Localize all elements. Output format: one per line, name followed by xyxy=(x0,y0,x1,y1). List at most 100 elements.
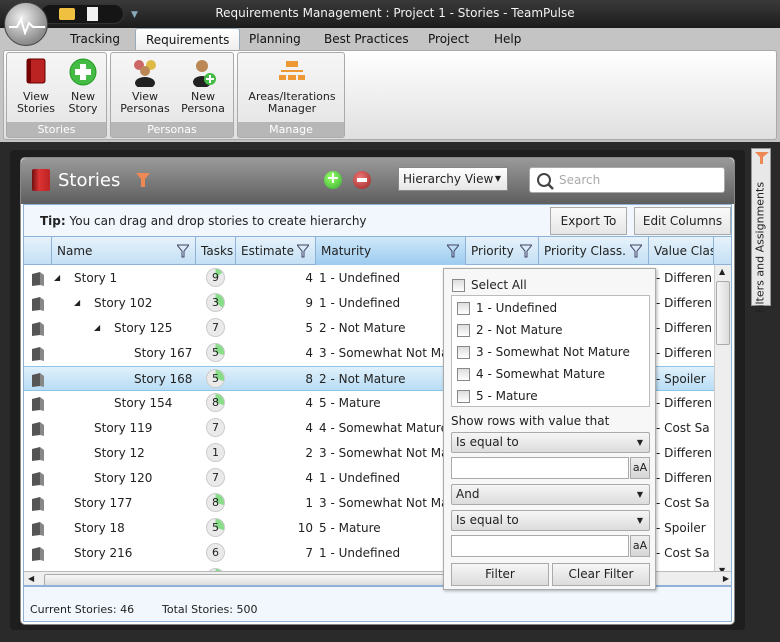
estimate-cell: 4 xyxy=(305,396,313,410)
new-persona-button[interactable]: New Persona xyxy=(175,57,231,115)
operator-select-2[interactable]: Is equal to ▼ xyxy=(451,510,650,531)
chevron-down-icon: ▼ xyxy=(494,174,501,183)
value-class-cell: - Cost Sa xyxy=(656,496,710,510)
header-tasks[interactable]: Tasks xyxy=(196,237,236,265)
operator-select-1[interactable]: Is equal to ▼ xyxy=(451,432,650,453)
logic-select[interactable]: And ▼ xyxy=(451,484,650,505)
scroll-up-icon[interactable]: ▲ xyxy=(719,267,725,276)
filter-icon[interactable] xyxy=(297,244,309,258)
story-name: Story 167 xyxy=(134,346,193,360)
select-all-checkbox[interactable]: Select All xyxy=(452,278,527,292)
ribbon-tabs: Tracking Requirements Planning Best Prac… xyxy=(0,28,780,50)
side-tab-label: Filters and Assignments xyxy=(753,181,767,314)
filter-icon[interactable] xyxy=(520,244,532,258)
story-book-icon[interactable] xyxy=(30,396,46,412)
book-icon xyxy=(21,57,51,87)
value-class-cell: - Cost Sa xyxy=(656,421,710,435)
add-green-icon xyxy=(68,57,98,87)
tab-requirements[interactable]: Requirements xyxy=(135,28,241,50)
story-book-icon[interactable] xyxy=(30,521,46,537)
remove-story-icon[interactable] xyxy=(353,171,371,189)
view-personas-button[interactable]: View Personas xyxy=(117,57,173,115)
scrollbar-thumb[interactable] xyxy=(716,281,730,345)
search-icon xyxy=(537,173,554,190)
story-book-icon[interactable] xyxy=(30,271,46,287)
filter-icon[interactable] xyxy=(447,244,459,258)
filters-assignments-tab[interactable]: Filters and Assignments xyxy=(751,148,771,313)
ribbon-group-personas: View Personas New Persona Personas xyxy=(110,52,234,138)
match-case-toggle-2[interactable]: aA xyxy=(630,535,650,557)
button-label: Manager xyxy=(267,102,317,115)
task-count-badge: 7 xyxy=(206,468,225,487)
new-story-button[interactable]: New Story xyxy=(61,57,105,115)
estimate-cell: 4 xyxy=(305,421,313,435)
header-priority-class[interactable]: Priority Class. xyxy=(539,237,649,265)
task-count-badge: 5 xyxy=(206,369,225,388)
story-book-icon[interactable] xyxy=(30,546,46,562)
header-estimate[interactable]: Estimate xyxy=(236,237,316,265)
story-book-icon[interactable] xyxy=(30,321,46,337)
filter-option[interactable]: 1 - Undefined xyxy=(457,301,557,315)
filter-icon[interactable] xyxy=(630,244,642,258)
story-book-icon[interactable] xyxy=(30,346,46,362)
estimate-cell: 7 xyxy=(305,546,313,560)
view-select-value: Hierarchy View xyxy=(403,172,494,186)
tab-project[interactable]: Project xyxy=(418,28,479,50)
tab-planning[interactable]: Planning xyxy=(239,28,311,50)
expand-toggle-icon[interactable]: ◢ xyxy=(94,323,100,332)
story-book-icon[interactable] xyxy=(30,496,46,512)
chevron-down-icon: ▼ xyxy=(636,490,643,499)
areas-iterations-manager-button[interactable]: Areas/Iterations Manager xyxy=(242,57,342,115)
estimate-cell: 2 xyxy=(305,446,313,460)
filter-funnel-icon[interactable] xyxy=(135,172,151,188)
task-count-badge: 8 xyxy=(206,393,225,412)
total-stories-count: Total Stories: 500 xyxy=(162,603,258,616)
app-menu-button[interactable] xyxy=(4,2,48,46)
tab-best-practices[interactable]: Best Practices xyxy=(314,28,419,50)
story-book-icon[interactable] xyxy=(30,471,46,487)
expand-toggle-icon[interactable]: ◢ xyxy=(74,298,80,307)
filter-option[interactable]: 4 - Somewhat Mature xyxy=(457,367,605,381)
task-count-badge: 7 xyxy=(206,318,225,337)
estimate-cell: 5 xyxy=(305,321,313,335)
scroll-left-icon[interactable]: ◀ xyxy=(28,574,34,583)
add-story-icon[interactable] xyxy=(324,168,342,189)
tab-tracking[interactable]: Tracking xyxy=(60,28,130,50)
clear-filter-button[interactable]: Clear Filter xyxy=(552,563,650,586)
filter-button[interactable]: Filter xyxy=(451,563,549,586)
story-book-icon[interactable] xyxy=(30,446,46,462)
edit-columns-button[interactable]: Edit Columns xyxy=(634,207,731,235)
filter-option[interactable]: 3 - Somewhat Not Mature xyxy=(457,345,630,359)
filter-option[interactable]: 2 - Not Mature xyxy=(457,323,563,337)
scroll-right-icon[interactable]: ▶ xyxy=(723,574,729,583)
value-class-cell: - Spoiler xyxy=(656,521,706,535)
value-class-cell: - Differen xyxy=(656,296,713,310)
header-value-class[interactable]: Value Class xyxy=(649,237,714,265)
filter-value-input-1[interactable] xyxy=(451,457,629,479)
value-class-cell: - Differen xyxy=(656,446,713,460)
status-bar: Current Stories: 46 Total Stories: 500 xyxy=(23,586,732,622)
match-case-toggle-1[interactable]: aA xyxy=(630,457,650,479)
view-stories-button[interactable]: View Stories xyxy=(11,57,61,115)
tab-help[interactable]: Help xyxy=(484,28,531,50)
view-select[interactable]: Hierarchy View ▼ xyxy=(398,167,508,191)
export-to-button[interactable]: Export To xyxy=(550,207,627,235)
group-label: Stories xyxy=(7,122,106,137)
search-input[interactable]: Search xyxy=(529,167,725,193)
story-book-icon[interactable] xyxy=(30,372,46,388)
vertical-scrollbar[interactable]: ▲ ▼ xyxy=(714,265,731,577)
estimate-cell: 10 xyxy=(297,521,313,535)
header-name[interactable]: Name xyxy=(52,237,196,265)
tip-bar: Tip: You can drag and drop stories to cr… xyxy=(23,204,732,236)
expand-toggle-icon[interactable]: ◢ xyxy=(54,273,60,282)
button-label: Story xyxy=(68,102,98,115)
filter-value-input-2[interactable] xyxy=(451,535,629,557)
story-book-icon[interactable] xyxy=(30,421,46,437)
filter-icon[interactable] xyxy=(177,244,189,258)
filter-option[interactable]: 5 - Mature xyxy=(457,389,538,403)
header-priority[interactable]: Priority xyxy=(466,237,539,265)
scrollbar-thumb[interactable] xyxy=(44,574,444,585)
header-maturity[interactable]: Maturity xyxy=(316,237,466,265)
task-count-badge: 7 xyxy=(206,418,225,437)
story-book-icon[interactable] xyxy=(30,296,46,312)
